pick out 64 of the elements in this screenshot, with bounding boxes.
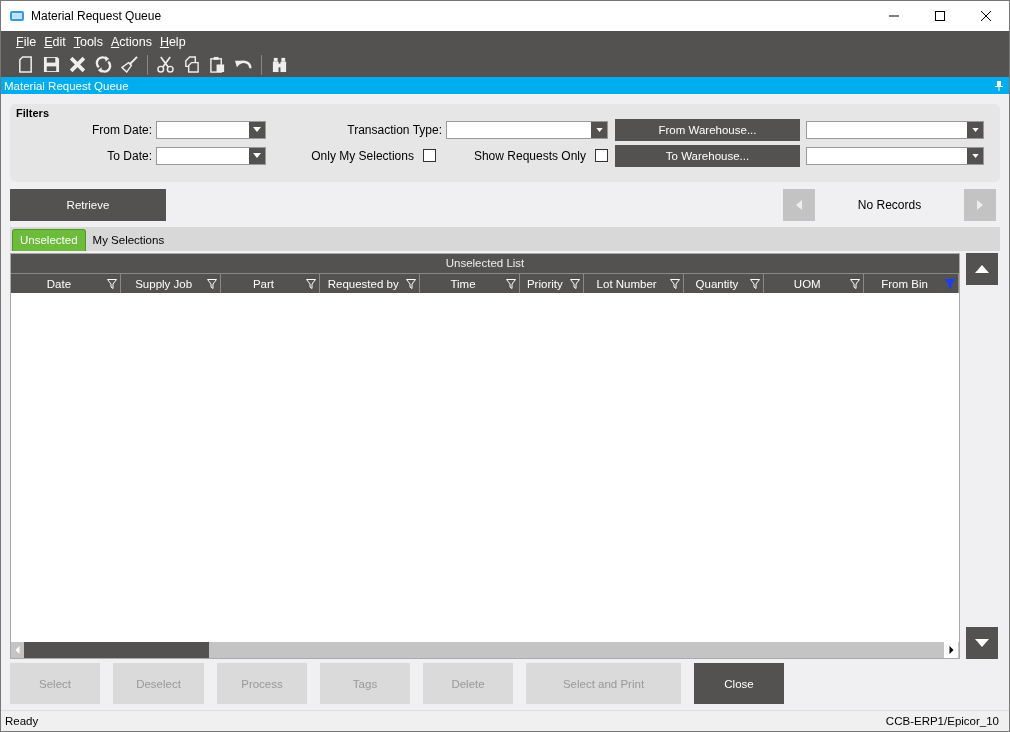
binoculars-icon[interactable] xyxy=(271,56,288,73)
column-label: Part xyxy=(251,277,275,290)
column-label: From Bin xyxy=(880,277,929,290)
retrieve-button[interactable]: Retrieve xyxy=(10,189,166,221)
column-label: Supply Job xyxy=(134,277,194,290)
dropdown-icon[interactable] xyxy=(253,153,261,158)
checkbox[interactable] xyxy=(422,149,436,162)
to-warehouse-button[interactable]: To Warehouse... xyxy=(615,144,800,167)
checkbox-label: Only My Selections xyxy=(311,148,414,163)
copy-icon[interactable] xyxy=(183,56,200,73)
new-document-icon[interactable] xyxy=(17,56,34,73)
from-warehouse-field[interactable] xyxy=(806,120,984,139)
window-title: Material Request Queue xyxy=(31,9,162,23)
column-label: Requested by xyxy=(326,277,400,290)
checkbox-label: Show Requests Only xyxy=(473,148,586,163)
panel-title: Material Request Queue xyxy=(4,79,129,92)
status-text: Ready xyxy=(5,715,39,727)
dropdown-icon[interactable] xyxy=(971,127,979,132)
menu-item[interactable]: File xyxy=(16,34,37,49)
close-icon[interactable] xyxy=(981,11,991,21)
dropdown-icon[interactable] xyxy=(253,127,261,132)
scroll-down-button[interactable] xyxy=(966,627,998,659)
refresh-icon[interactable] xyxy=(95,56,112,73)
to-warehouse-field[interactable] xyxy=(806,146,984,165)
right-arrow-icon xyxy=(977,200,983,210)
column-label: Time xyxy=(449,277,477,290)
filters-title: Filters xyxy=(16,107,50,119)
scroll-up-button[interactable] xyxy=(966,253,998,285)
action-button[interactable]: Close xyxy=(694,663,784,704)
paste-icon[interactable] xyxy=(209,56,226,73)
connection-text: CCB-ERP1/Epicor_10 xyxy=(885,715,999,727)
from-date-field[interactable] xyxy=(156,120,266,139)
broom-icon[interactable] xyxy=(121,56,138,73)
horizontal-scrollbar[interactable] xyxy=(11,642,959,658)
menu-item[interactable]: Help xyxy=(159,34,186,49)
cut-icon[interactable] xyxy=(157,56,174,73)
checkbox[interactable] xyxy=(595,149,608,162)
from-date-label: From Date: xyxy=(92,122,152,137)
tab[interactable]: My Selections xyxy=(85,230,172,251)
column-label: Quantity xyxy=(694,277,740,290)
delete-icon[interactable] xyxy=(69,56,86,73)
app-icon xyxy=(9,9,25,23)
dropdown-icon[interactable] xyxy=(971,153,979,158)
grid-title: Unselected List xyxy=(11,254,959,274)
column-label: Priority xyxy=(525,277,564,290)
up-arrow-icon xyxy=(975,265,989,273)
record-status: No Records xyxy=(856,198,923,212)
to-date-label: To Date: xyxy=(107,148,152,163)
to-date-field[interactable] xyxy=(156,146,266,165)
save-icon[interactable] xyxy=(43,56,60,73)
down-arrow-icon xyxy=(975,639,989,647)
menu-item[interactable]: Tools xyxy=(73,34,103,49)
column-label: Lot Number xyxy=(595,277,658,290)
column-label: Date xyxy=(45,277,73,290)
menu-item[interactable]: Edit xyxy=(44,34,66,49)
scroll-right-icon[interactable] xyxy=(948,646,954,654)
transaction-type-field[interactable] xyxy=(446,120,608,139)
dropdown-icon[interactable] xyxy=(595,127,603,132)
maximize-icon[interactable] xyxy=(935,11,945,21)
column-label: UOM xyxy=(792,277,822,290)
left-arrow-icon xyxy=(796,200,802,210)
menu-item[interactable]: Actions xyxy=(110,34,152,49)
transaction-type-label: Transaction Type: xyxy=(347,122,442,137)
from-warehouse-button[interactable]: From Warehouse... xyxy=(615,118,800,141)
